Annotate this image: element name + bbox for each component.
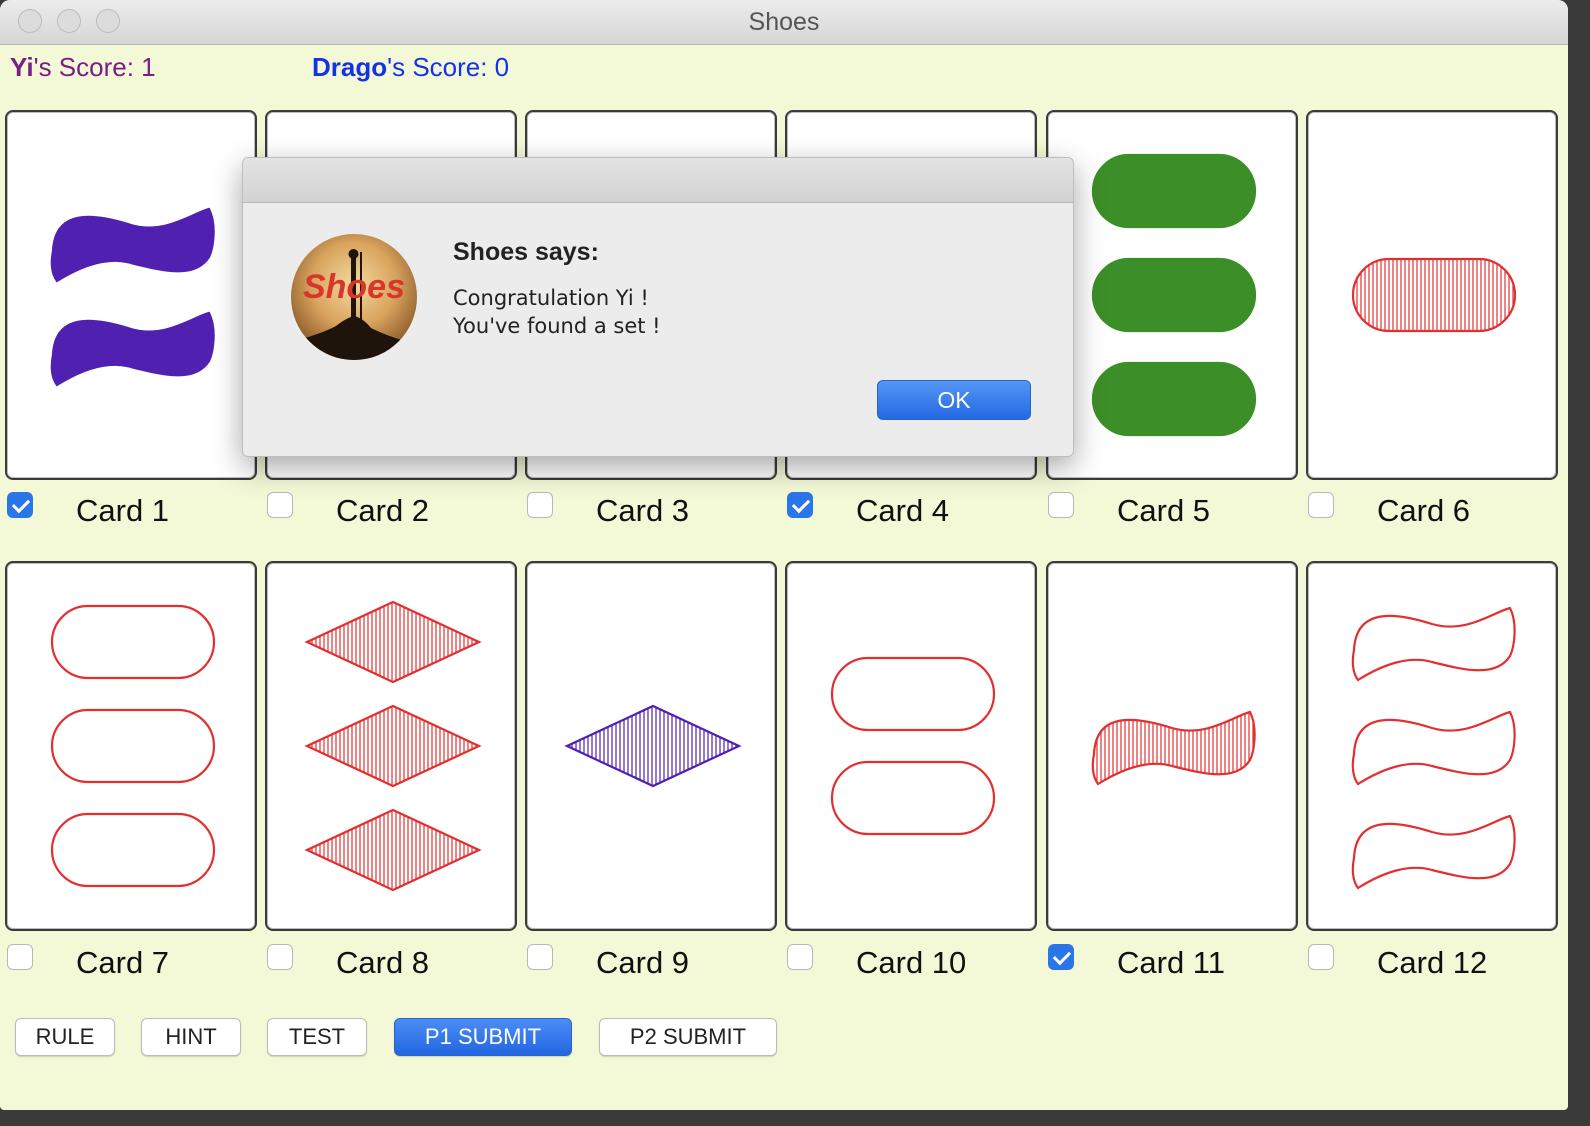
alert-dialog: Shoes Shoes says: Congratulation Yi ! Yo… bbox=[242, 157, 1074, 457]
oval-symbol bbox=[1351, 257, 1517, 333]
p1-submit-button[interactable]: P1 SUBMIT bbox=[394, 1018, 572, 1056]
card-9-label: Card 9 bbox=[596, 945, 690, 980]
card-6-label: Card 6 bbox=[1377, 493, 1471, 528]
dialog-message-line2: You've found a set ! bbox=[453, 314, 661, 338]
card-7-checkbox[interactable] bbox=[7, 944, 33, 970]
diamond-symbol bbox=[304, 808, 482, 892]
player2-score: Drago's Score: 0 bbox=[312, 52, 509, 83]
diamond-symbol bbox=[304, 600, 482, 684]
ok-button[interactable]: OK bbox=[877, 380, 1031, 420]
oval-symbol bbox=[1091, 257, 1257, 333]
oval-symbol bbox=[830, 760, 996, 836]
oval-symbol bbox=[1091, 153, 1257, 229]
card-11-checkbox[interactable] bbox=[1048, 944, 1074, 970]
card-4-checkbox[interactable] bbox=[787, 492, 813, 518]
card-9-checkbox[interactable] bbox=[527, 944, 553, 970]
squiggle-symbol bbox=[1351, 814, 1516, 890]
card-7-label: Card 7 bbox=[76, 945, 170, 980]
player1-score: Yi's Score: 1 bbox=[10, 52, 156, 83]
card-12-checkbox[interactable] bbox=[1308, 944, 1334, 970]
test-button[interactable]: TEST bbox=[267, 1018, 367, 1056]
squiggle-symbol bbox=[50, 207, 215, 283]
card-3-label: Card 3 bbox=[596, 493, 690, 528]
title-bar: Shoes bbox=[0, 0, 1568, 45]
dialog-title: Shoes says: bbox=[453, 238, 599, 266]
p2-submit-button[interactable]: P2 SUBMIT bbox=[599, 1018, 777, 1056]
squiggle-symbol bbox=[1351, 710, 1516, 786]
player2-name: Drago bbox=[312, 52, 388, 82]
oval-symbol bbox=[50, 708, 216, 784]
card-10-label: Card 10 bbox=[856, 945, 967, 980]
squiggle-symbol bbox=[50, 311, 215, 387]
oval-symbol bbox=[50, 604, 216, 680]
card-5-label: Card 5 bbox=[1117, 493, 1211, 528]
card-12-label: Card 12 bbox=[1377, 945, 1488, 980]
card-8-label: Card 8 bbox=[336, 945, 430, 980]
diamond-symbol bbox=[564, 704, 742, 788]
app-window: Shoes Yi's Score: 1 Drago's Score: 0 Car… bbox=[0, 0, 1568, 1110]
oval-symbol bbox=[50, 812, 216, 888]
dialog-message-line1: Congratulation Yi ! bbox=[453, 286, 649, 310]
card-12[interactable] bbox=[1306, 561, 1558, 931]
oval-symbol bbox=[1091, 361, 1257, 437]
hint-button[interactable]: HINT bbox=[141, 1018, 241, 1056]
card-1[interactable] bbox=[5, 110, 257, 480]
card-10[interactable] bbox=[785, 561, 1037, 931]
card-8-checkbox[interactable] bbox=[267, 944, 293, 970]
logo-text: Shoes bbox=[303, 268, 405, 306]
card-11[interactable] bbox=[1046, 561, 1298, 931]
card-3-checkbox[interactable] bbox=[527, 492, 553, 518]
card-6[interactable] bbox=[1306, 110, 1558, 480]
player2-score-label: 's Score: 0 bbox=[387, 52, 510, 82]
card-1-label: Card 1 bbox=[76, 493, 170, 528]
card-2-checkbox[interactable] bbox=[267, 492, 293, 518]
card-5-checkbox[interactable] bbox=[1048, 492, 1074, 518]
window-title: Shoes bbox=[748, 8, 820, 36]
card-8[interactable] bbox=[265, 561, 517, 931]
dialog-message: Congratulation Yi ! You've found a set ! bbox=[453, 284, 661, 340]
oval-symbol bbox=[830, 656, 996, 732]
card-6-checkbox[interactable] bbox=[1308, 492, 1334, 518]
card-5[interactable] bbox=[1046, 110, 1298, 480]
card-4-label: Card 4 bbox=[856, 493, 950, 528]
card-7[interactable] bbox=[5, 561, 257, 931]
dialog-title-bar bbox=[243, 158, 1073, 203]
player1-score-label: 's Score: 1 bbox=[33, 52, 156, 82]
rule-button[interactable]: RULE bbox=[15, 1018, 115, 1056]
squiggle-symbol bbox=[1091, 710, 1256, 786]
diamond-symbol bbox=[304, 704, 482, 788]
squiggle-symbol bbox=[1351, 606, 1516, 682]
card-10-checkbox[interactable] bbox=[787, 944, 813, 970]
card-2-label: Card 2 bbox=[336, 493, 430, 528]
card-1-checkbox[interactable] bbox=[7, 492, 33, 518]
shoes-logo-icon: Shoes bbox=[291, 234, 417, 360]
card-11-label: Card 11 bbox=[1117, 945, 1225, 980]
player1-name: Yi bbox=[10, 52, 34, 82]
card-9[interactable] bbox=[525, 561, 777, 931]
